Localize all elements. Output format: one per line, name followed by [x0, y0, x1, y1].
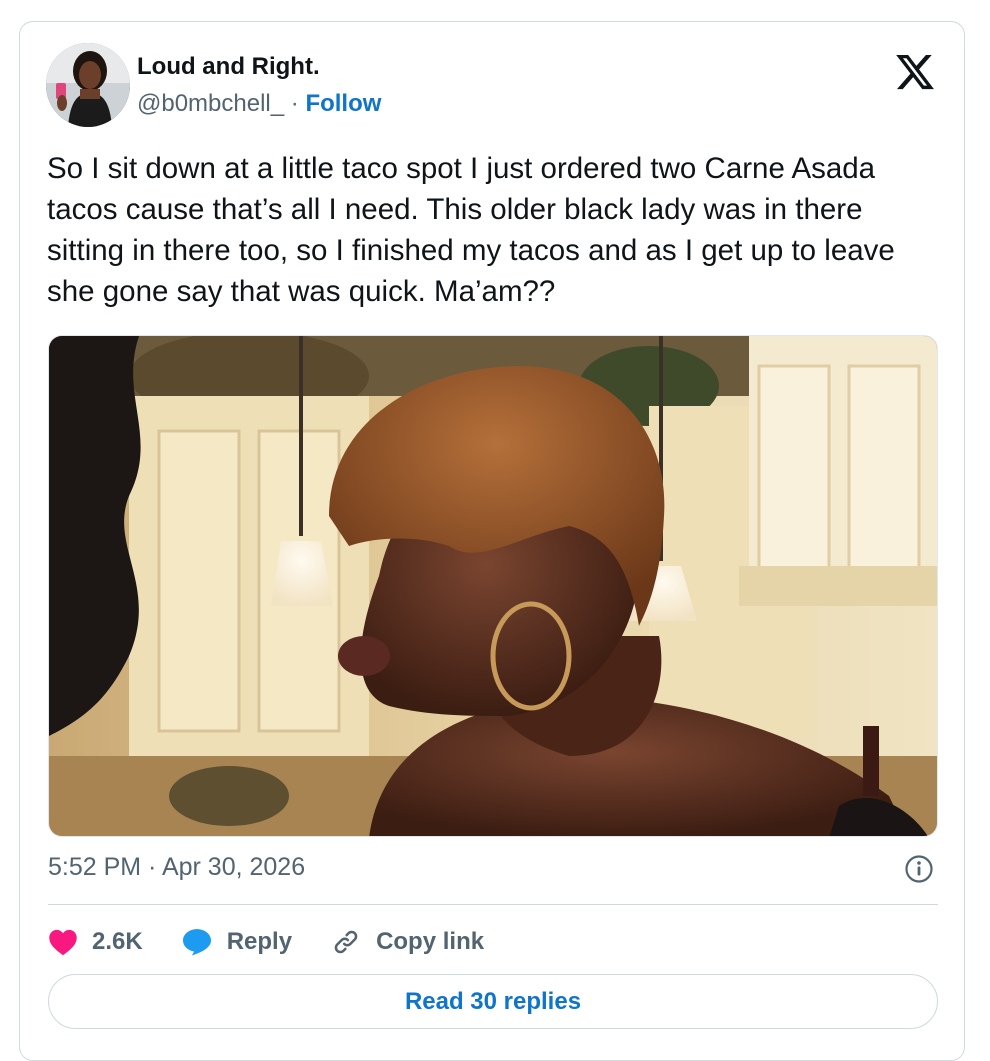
handle[interactable]: @b0mbchell_ — [137, 90, 284, 117]
action-bar: 2.6K Reply Copy link — [48, 922, 522, 962]
x-logo-icon[interactable] — [894, 51, 936, 93]
tweet-card: Loud and Right. @b0mbchell_ · Follow So … — [19, 21, 965, 1061]
heart-icon — [49, 929, 77, 956]
reply-button[interactable]: Reply — [181, 928, 292, 956]
handle-row: @b0mbchell_ · Follow — [137, 90, 381, 118]
link-icon — [334, 930, 358, 954]
separator: · — [284, 90, 306, 117]
likes-count: 2.6K — [92, 928, 143, 955]
info-icon[interactable] — [904, 854, 934, 884]
tweet-photo[interactable] — [48, 335, 938, 837]
copy-link-button[interactable]: Copy link — [330, 927, 484, 957]
copy-link-label: Copy link — [376, 928, 485, 955]
timestamp[interactable]: 5:52 PM · Apr 30, 2026 — [48, 853, 305, 882]
follow-button[interactable]: Follow — [305, 90, 381, 117]
reply-label: Reply — [226, 928, 293, 955]
avatar[interactable] — [46, 43, 130, 127]
divider — [48, 904, 938, 905]
tweet-text: So I sit down at a little taco spot I ju… — [47, 152, 895, 308]
like-button[interactable]: 2.6K — [48, 928, 143, 956]
read-replies-button[interactable]: Read 30 replies — [48, 974, 938, 1029]
display-name[interactable]: Loud and Right. — [137, 53, 320, 81]
avatar-photo — [46, 43, 130, 127]
reply-bubble-icon — [182, 929, 211, 956]
